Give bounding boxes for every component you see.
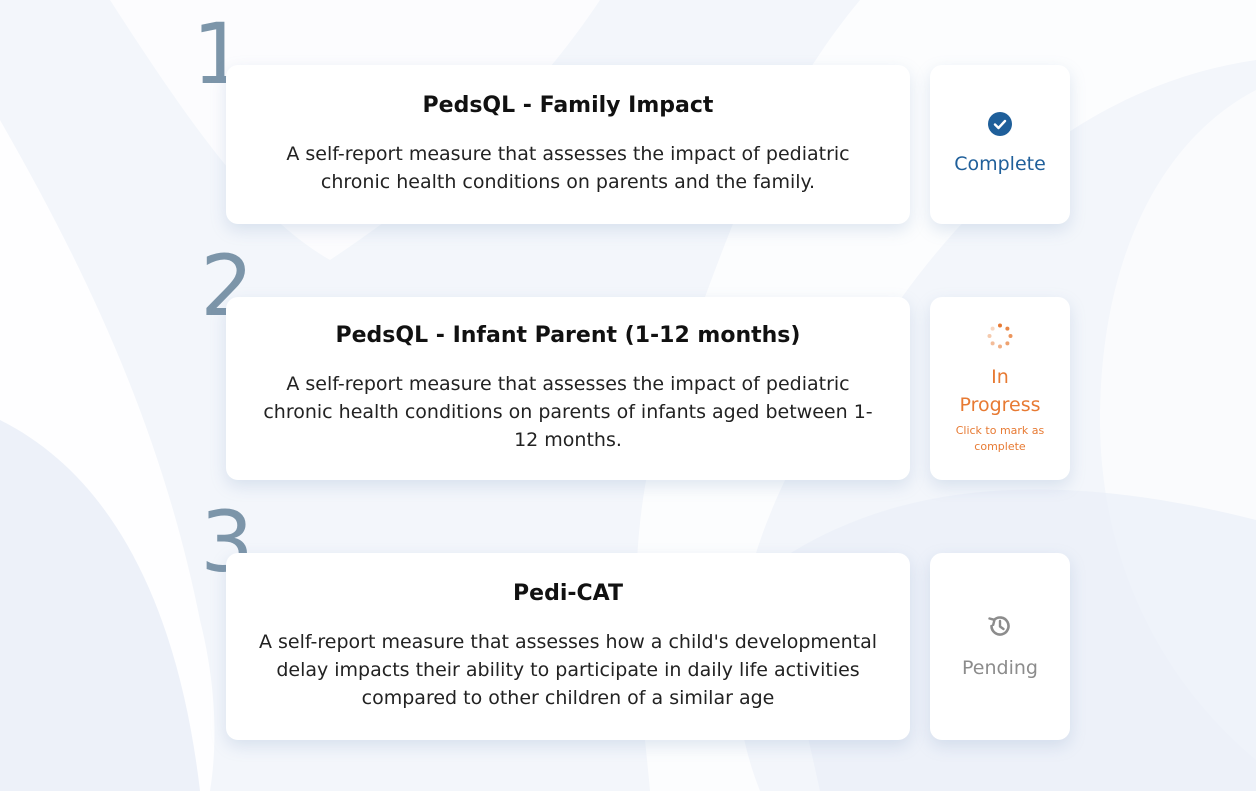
- status-label-line-2: Progress: [959, 393, 1041, 416]
- measure-title: Pedi-CAT: [513, 581, 623, 606]
- measure-title: PedsQL - Infant Parent (1-12 months): [335, 323, 801, 348]
- measure-description: A self-report measure that assesses the …: [286, 143, 850, 193]
- status-card-in-progress[interactable]: In Progress Click to mark as complete: [930, 297, 1070, 480]
- measure-card-family-impact: PedsQL - Family Impact A self-report mea…: [226, 65, 910, 224]
- mark-complete-hint[interactable]: Click to mark as complete: [930, 423, 1070, 455]
- measure-title: PedsQL - Family Impact: [422, 93, 714, 118]
- check-circle-icon: [988, 111, 1012, 140]
- measure-card-pedi-cat: Pedi-CAT A self-report measure that asse…: [226, 553, 910, 740]
- status-card-pending[interactable]: Pending: [930, 553, 1070, 740]
- measure-description: A self-report measure that assesses how …: [258, 631, 878, 709]
- measure-description: A self-report measure that assesses the …: [263, 373, 873, 451]
- spinner-icon: [987, 323, 1013, 353]
- measure-card-infant-parent: PedsQL - Infant Parent (1-12 months) A s…: [226, 297, 910, 480]
- history-icon: [986, 612, 1014, 644]
- status-label-line-1: In: [991, 365, 1009, 388]
- status-label: Complete: [954, 152, 1046, 175]
- status-card-complete[interactable]: Complete: [930, 65, 1070, 224]
- status-label: Pending: [962, 656, 1038, 679]
